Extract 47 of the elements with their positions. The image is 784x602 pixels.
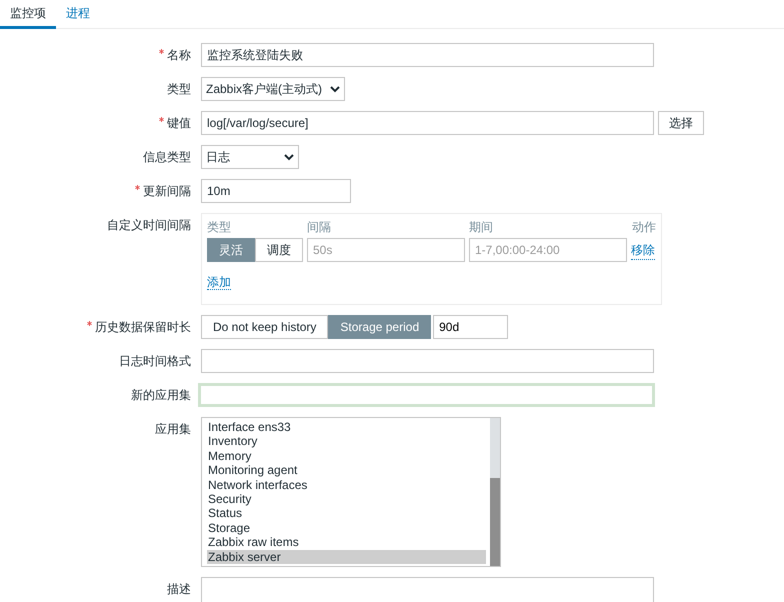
field-label: 信息类型 [143,150,191,164]
remove-link[interactable]: 移除 [631,240,655,260]
text-field[interactable]: 监控系统登陆失败 [201,43,654,67]
scrollbar[interactable] [490,418,500,566]
field-label: 自定义时间间隔 [107,218,191,232]
tab[interactable]: 进程 [56,0,100,29]
field-label: 历史数据保留时长 [95,320,191,334]
field-label: 新的应用集 [131,388,191,402]
description-field[interactable] [201,577,654,602]
list-option[interactable]: Status [207,506,486,521]
column-header: 期间 [469,219,494,236]
tab[interactable]: 监控项 [0,0,56,29]
application-listbox[interactable]: Interface ens33 Inventory Memory Monitoring agent Network interfaces Security Status Storage Zabbix raw items Zabbix server [201,417,501,567]
field-label: 日志时间格式 [119,354,191,368]
list-option[interactable]: Security [207,492,486,506]
storage-period-field[interactable]: 90d [433,315,508,339]
list-option[interactable]: Memory [207,448,486,464]
list-option[interactable]: Zabbix raw items [207,535,486,550]
text-field[interactable] [198,383,655,407]
list-option[interactable]: Zabbix server [207,550,486,564]
dropdown-select[interactable]: 日志 [201,145,299,169]
field-label: 类型 [167,82,191,96]
key-field[interactable]: log[/var/log/secure] [201,111,654,135]
period-field[interactable]: 1-7,00:00-24:00 [469,238,627,262]
text-field[interactable]: 10m [201,179,351,203]
column-header: 动作 [632,219,656,236]
column-header: 间隔 [307,219,332,236]
list-option[interactable]: Inventory [207,434,486,449]
chevron-down-icon [284,154,294,160]
field-label: 更新间隔 [143,184,191,198]
list-option[interactable]: Network interfaces [207,478,486,492]
list-option[interactable]: Storage [207,520,486,536]
history-option[interactable]: Do not keep history [201,315,328,339]
interval-field[interactable]: 50s [307,238,465,262]
field-label: 描述 [167,582,191,596]
column-header: 类型 [207,219,232,236]
dropdown-select[interactable]: Zabbix客户端(主动式) [201,77,346,101]
chevron-down-icon [330,86,340,92]
mode-toggle[interactable]: 调度 [255,238,303,262]
select-button[interactable]: 选择 [658,111,704,135]
field-label: 应用集 [155,422,191,436]
list-option[interactable]: Interface ens33 [207,420,486,434]
field-label: 键值 [167,116,191,130]
text-field[interactable] [201,349,654,373]
field-label: 名称 [167,48,191,62]
list-option[interactable]: Monitoring agent [207,463,486,478]
add-link[interactable]: 添加 [207,275,231,290]
